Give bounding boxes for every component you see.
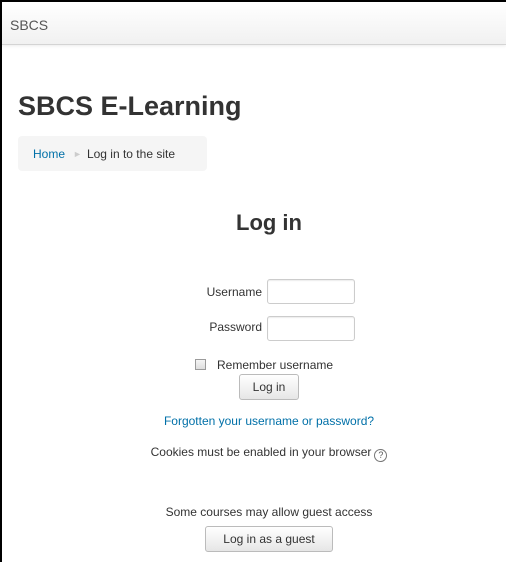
breadcrumb-separator-icon: ► (73, 149, 82, 159)
login-title: Log in (236, 210, 302, 235)
password-label: Password (209, 320, 262, 334)
username-label: Username (206, 285, 262, 299)
page-frame: SBCS SBCS E-Learning Home ► Log in to the … (0, 0, 506, 562)
forgot-password-link[interactable]: Forgotten your username or password? (2, 414, 506, 428)
cookies-notice: Cookies must be enabled in your browser? (2, 445, 506, 462)
remember-username-label: Remember username (217, 358, 334, 372)
breadcrumb-home-link[interactable]: Home (33, 147, 65, 161)
top-navbar: SBCS (2, 2, 506, 45)
help-icon[interactable]: ? (374, 449, 388, 462)
guest-login-button[interactable]: Log in as a guest (205, 526, 333, 552)
breadcrumb: Home ► Log in to the site (18, 136, 207, 171)
remember-username-checkbox[interactable] (195, 359, 206, 370)
login-button[interactable]: Log in (239, 374, 299, 400)
username-input[interactable] (267, 279, 355, 304)
cookies-notice-text: Cookies must be enabled in your browser (150, 445, 372, 459)
guest-access-notice: Some courses may allow guest access (165, 505, 373, 519)
brand-link[interactable]: SBCS (10, 17, 48, 33)
password-input[interactable] (267, 316, 355, 341)
breadcrumb-current: Log in to the site (86, 147, 175, 161)
site-title: SBCS E-Learning (18, 91, 242, 121)
